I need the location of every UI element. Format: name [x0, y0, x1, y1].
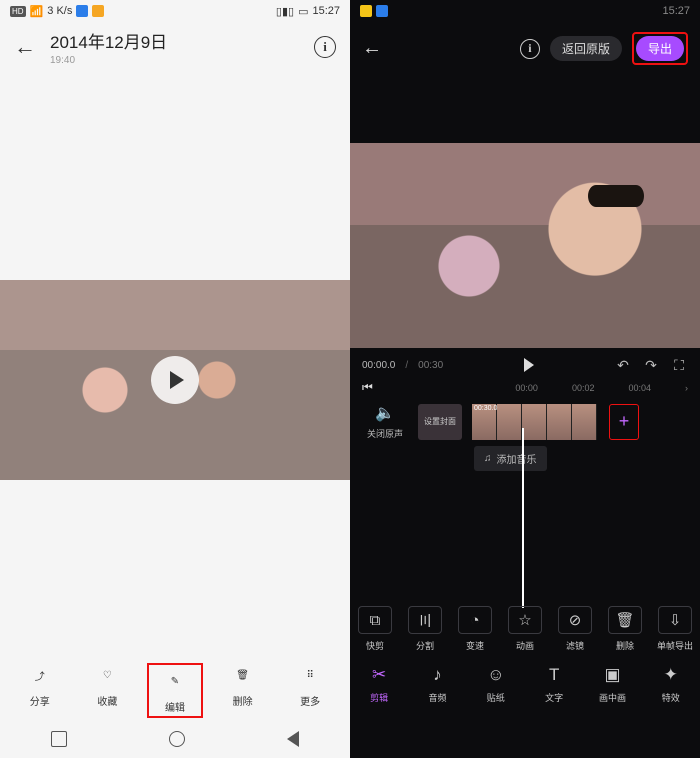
viewer-action-bar: ⤴ 分享 ♡ 收藏 ✎ 编辑 🗑 删除 ⠿ 更多: [0, 663, 350, 718]
more-icon: ⠿: [298, 663, 322, 687]
split-icon: 〣: [408, 606, 442, 634]
audio-tab[interactable]: ♪音频: [415, 664, 459, 704]
text-tab[interactable]: T文字: [532, 664, 576, 704]
editor-preview[interactable]: [350, 143, 700, 348]
nav-home[interactable]: [169, 731, 185, 747]
info-icon[interactable]: i: [520, 39, 540, 59]
video-editor-screen: 15:27 ← i 返回原版 导出 00:00.0 / 00:30 ↶ ↷ ⛶: [350, 0, 700, 758]
skip-start-icon[interactable]: ⏮: [362, 380, 373, 395]
favorite-button[interactable]: ♡ 收藏: [79, 663, 135, 718]
clip-tools-row: ⧉快剪 〣分割 ◔变速 ☆动画 ⊘滤镜 🗑删除 ⇩单帧导出: [350, 600, 700, 658]
fx-icon: ✦: [660, 664, 682, 686]
heart-icon: ♡: [95, 663, 119, 687]
add-clip-button[interactable]: +: [609, 404, 639, 440]
pip-icon: ▣: [601, 664, 623, 686]
app-icon-2: [92, 5, 104, 17]
pip-tab[interactable]: ▣画中画: [590, 664, 634, 704]
redo-icon[interactable]: ↷: [642, 356, 660, 374]
audio-icon: ♪: [426, 664, 448, 686]
music-icon: ♫: [484, 453, 492, 464]
more-button[interactable]: ⠿ 更多: [282, 663, 338, 718]
time-current: 00:00.0: [362, 360, 395, 371]
frame-export-tool[interactable]: ⇩单帧导出: [653, 606, 697, 652]
main-tools-row: ✂剪辑 ♪音频 ☺贴纸 T文字 ▣画中画 ✦特效: [350, 658, 700, 710]
editor-toolbars: ⧉快剪 〣分割 ◔变速 ☆动画 ⊘滤镜 🗑删除 ⇩单帧导出 ✂剪辑 ♪音频 ☺贴…: [350, 600, 700, 710]
back-icon[interactable]: ←: [14, 34, 36, 60]
sticker-tab[interactable]: ☺贴纸: [474, 664, 518, 704]
android-nav-bar: [0, 724, 350, 754]
net-speed: 3 K/s: [47, 5, 72, 17]
edit-button[interactable]: ✎ 编辑: [147, 663, 203, 718]
filter-tool[interactable]: ⊘滤镜: [553, 606, 597, 652]
set-cover-button[interactable]: 设置封面: [418, 404, 462, 440]
split-tool[interactable]: 〣分割: [403, 606, 447, 652]
battery-icon: ▭: [298, 5, 308, 18]
edit-icon: ✎: [163, 669, 187, 693]
sticker-icon: ☺: [485, 664, 507, 686]
filter-icon: ⊘: [558, 606, 592, 634]
video-clip[interactable]: 00:30.0: [472, 404, 597, 440]
time-total: 00:30: [418, 360, 443, 371]
play-icon[interactable]: [151, 356, 199, 404]
speaker-icon: 🔈: [375, 403, 395, 423]
app-icon-1: [76, 5, 88, 17]
timeline-audio-row: ♫ 添加音乐: [350, 442, 700, 473]
app-icon-1: [360, 5, 372, 17]
export-button[interactable]: 导出: [636, 36, 684, 61]
undo-icon[interactable]: ↶: [614, 356, 632, 374]
export-highlight: 导出: [632, 32, 688, 65]
animation-tool[interactable]: ☆动画: [503, 606, 547, 652]
speed-icon: ◔: [458, 606, 492, 634]
text-icon: T: [543, 664, 565, 686]
app-icon-2: [376, 5, 388, 17]
share-icon: ⤴: [28, 663, 52, 687]
video-preview[interactable]: [0, 280, 350, 480]
photo-time-subtitle: 19:40: [50, 55, 167, 66]
revert-button[interactable]: 返回原版: [550, 36, 622, 61]
anim-icon: ☆: [508, 606, 542, 634]
viewer-header: ← 2014年12月9日 19:40 i: [0, 22, 350, 66]
back-icon[interactable]: ←: [362, 37, 382, 60]
transport-bar: 00:00.0 / 00:30 ↶ ↷ ⛶: [350, 348, 700, 378]
clock: 15:27: [312, 5, 340, 17]
delete-tool[interactable]: 🗑删除: [603, 606, 647, 652]
playhead[interactable]: [522, 428, 524, 608]
edit-tab[interactable]: ✂剪辑: [357, 664, 401, 704]
clock: 15:27: [662, 5, 690, 17]
gallery-viewer-screen: HD 📶 3 K/s ▯▮▯ ▭ 15:27 ← 2014年12月9日 19:4…: [0, 0, 350, 758]
info-icon[interactable]: i: [314, 36, 336, 58]
cut-icon: ✂: [368, 664, 390, 686]
timeline-video-row: 🔈 关闭原声 设置封面 00:30.0 +: [350, 399, 700, 442]
editor-header: ← i 返回原版 导出: [350, 22, 700, 71]
quick-cut-tool[interactable]: ⧉快剪: [353, 606, 397, 652]
status-bar: HD 📶 3 K/s ▯▮▯ ▭ 15:27: [0, 0, 350, 22]
sunglasses-mock: [588, 185, 644, 207]
nav-back[interactable]: [287, 731, 299, 747]
nav-recent[interactable]: [51, 731, 67, 747]
share-button[interactable]: ⤴ 分享: [12, 663, 68, 718]
trash-icon: 🗑: [608, 606, 642, 634]
add-music-button[interactable]: ♫ 添加音乐: [474, 446, 547, 471]
play-icon[interactable]: [524, 358, 534, 372]
fullscreen-icon[interactable]: ⛶: [670, 356, 688, 374]
hd-icon: HD: [10, 6, 26, 17]
delete-button[interactable]: 🗑 删除: [215, 663, 271, 718]
photo-date-title: 2014年12月9日: [50, 28, 167, 53]
wifi-icon: 📶: [30, 5, 44, 18]
crop-icon: ⧉: [358, 606, 392, 634]
export1-icon: ⇩: [658, 606, 692, 634]
status-bar: 15:27: [350, 0, 700, 22]
fx-tab[interactable]: ✦特效: [649, 664, 693, 704]
trash-icon: 🗑: [231, 663, 255, 687]
timeline-ruler: ⏮ 00:00 00:02 00:04 ›: [350, 378, 700, 399]
speed-tool[interactable]: ◔变速: [453, 606, 497, 652]
vibrate-icon: ▯▮▯: [276, 5, 294, 18]
mute-original-button[interactable]: 🔈 关闭原声: [362, 403, 408, 440]
